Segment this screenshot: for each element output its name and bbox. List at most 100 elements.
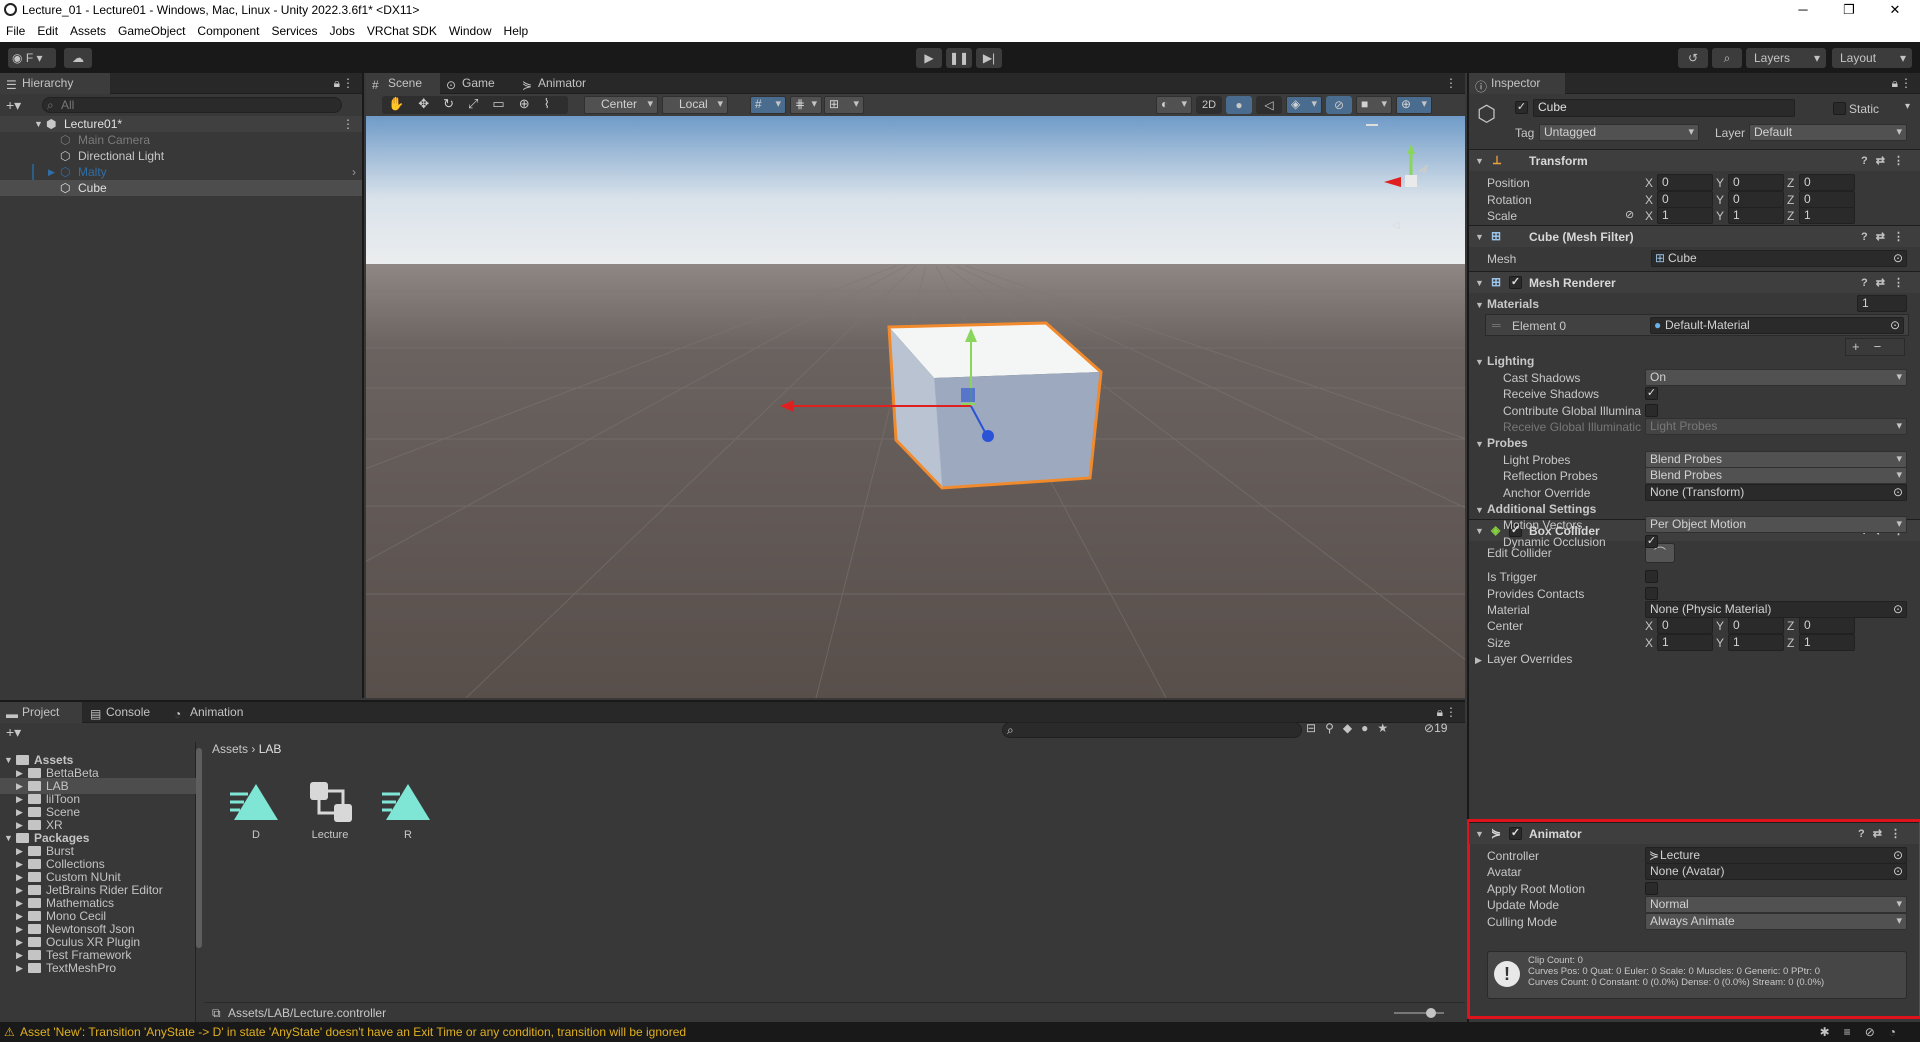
collider-center-x-field[interactable]: 0 bbox=[1657, 617, 1713, 634]
transform-position-x-field[interactable]: 0 bbox=[1657, 174, 1713, 191]
expand-arrow-icon[interactable]: ▶ bbox=[48, 164, 55, 180]
materials-count[interactable]: 1 bbox=[1857, 295, 1907, 312]
menu-vrchat-sdk[interactable]: VRChat SDK bbox=[361, 20, 443, 38]
menu-gameobject[interactable]: GameObject bbox=[112, 20, 191, 38]
layer-dropdown[interactable]: Default bbox=[1749, 124, 1907, 141]
receive-shadows-checkbox[interactable]: ✓ bbox=[1645, 387, 1658, 400]
object-picker-icon[interactable]: ⊙ bbox=[1893, 602, 1903, 617]
lock-icon[interactable]: 🔒︎ bbox=[334, 76, 340, 91]
culling-mode-dropdown[interactable]: Always Animate bbox=[1645, 913, 1907, 930]
material-field[interactable]: ● Default-Material ⊙ bbox=[1650, 317, 1904, 334]
collider-center-z-field[interactable]: 0 bbox=[1799, 617, 1855, 634]
transform-position-y-field[interactable]: 0 bbox=[1728, 174, 1784, 191]
help-icon[interactable]: ? bbox=[1861, 231, 1876, 243]
help-icon[interactable]: ? bbox=[1858, 828, 1873, 840]
step-button[interactable]: ▶| bbox=[976, 48, 1002, 68]
filter-type-icon[interactable]: ⊟ bbox=[1306, 721, 1325, 735]
more-icon[interactable]: ⋮ bbox=[1445, 76, 1457, 90]
tree-scrollbar[interactable] bbox=[196, 748, 202, 948]
camera-settings-button[interactable]: ■ bbox=[1356, 96, 1392, 114]
help-icon[interactable]: ? bbox=[1861, 277, 1876, 289]
collider-center-y-field[interactable]: 0 bbox=[1728, 617, 1784, 634]
menu-window[interactable]: Window bbox=[443, 20, 498, 38]
object-picker-icon[interactable]: ⊙ bbox=[1893, 848, 1903, 863]
rect-tool-icon[interactable]: ▭ bbox=[492, 96, 518, 111]
is-trigger-checkbox[interactable] bbox=[1645, 570, 1658, 583]
filter-label-icon[interactable]: ⚲ bbox=[1325, 721, 1343, 735]
transform-header[interactable]: ▼ ⟂ Transform ?⇄⋮ bbox=[1469, 149, 1920, 171]
minimize-button[interactable]: ─ bbox=[1780, 0, 1826, 20]
transform-scale-x-field[interactable]: 1 bbox=[1657, 207, 1713, 224]
transform-scale-y-field[interactable]: 1 bbox=[1728, 207, 1784, 224]
stack-icon[interactable]: ≡ bbox=[1844, 1025, 1865, 1039]
icon-size-slider-handle[interactable] bbox=[1426, 1008, 1436, 1018]
object-picker-icon[interactable]: ⊙ bbox=[1893, 485, 1903, 500]
animator-header[interactable]: ▼ ⋟ ✓ Animator ?⇄⋮ bbox=[1469, 822, 1919, 844]
hierarchy-scene-row[interactable]: ▼ ⬢ Lecture01* ⋮ bbox=[0, 116, 362, 132]
tab-inspector[interactable]: ⓘ Inspector bbox=[1469, 73, 1565, 94]
rotate-tool-icon[interactable]: ↻ bbox=[443, 96, 468, 111]
more-icon[interactable]: ⋮ bbox=[1445, 705, 1457, 719]
scene-viewport[interactable]: ◁ bbox=[366, 116, 1465, 698]
progress-icon[interactable]: ◔ bbox=[1889, 1025, 1910, 1039]
more-icon[interactable]: ⋮ bbox=[1900, 76, 1912, 90]
grid-visibility-button[interactable]: ⋕ bbox=[790, 96, 822, 114]
object-picker-icon[interactable]: ⊙ bbox=[1893, 864, 1903, 879]
mesh-field[interactable]: ⊞ Cube ⊙ bbox=[1651, 250, 1907, 267]
tab-project[interactable]: ▬ Project bbox=[0, 702, 82, 723]
layout-dropdown[interactable]: Layout ▾ bbox=[1832, 48, 1912, 68]
preset-icon[interactable]: ⇄ bbox=[1876, 155, 1893, 167]
network-icon[interactable]: ⊘ bbox=[1865, 1025, 1889, 1039]
folder-tree-item[interactable]: ▶ TextMeshPro bbox=[0, 960, 196, 976]
play-button[interactable]: ▶ bbox=[916, 48, 942, 68]
close-button[interactable]: ✕ bbox=[1872, 0, 1918, 20]
more-icon[interactable]: ⋮ bbox=[1893, 277, 1912, 289]
motion-vectors-dropdown[interactable]: Per Object Motion bbox=[1645, 516, 1907, 533]
create-button[interactable]: +▾ bbox=[6, 724, 21, 741]
breadcrumb-item[interactable]: Assets bbox=[212, 742, 248, 756]
object-picker-icon[interactable]: ⊙ bbox=[1893, 251, 1903, 266]
hierarchy-item-selected[interactable]: ⬡ Cube bbox=[0, 180, 362, 196]
gizmos-button[interactable]: ⊕ bbox=[1396, 96, 1432, 114]
link-scale-icon[interactable]: ⊘ bbox=[1625, 208, 1634, 221]
undo-history-button[interactable]: ↺ bbox=[1678, 48, 1708, 68]
hidden-count[interactable]: ⊘19 bbox=[1424, 721, 1447, 735]
tag-icon[interactable]: ◆ bbox=[1343, 721, 1361, 735]
menu-file[interactable]: File bbox=[0, 20, 31, 38]
tab-animation[interactable]: ◔ Animation bbox=[168, 702, 264, 723]
status-bar[interactable]: ⚠ Asset 'New': Transition 'AnyState -> D… bbox=[0, 1022, 1920, 1042]
project-search-input[interactable]: ⌕ bbox=[1002, 722, 1302, 738]
pivot-dropdown[interactable]: Center bbox=[584, 96, 658, 114]
menu-services[interactable]: Services bbox=[265, 20, 323, 38]
hierarchy-search-input[interactable]: ⌕ All bbox=[42, 97, 342, 113]
tab-console[interactable]: ▤ Console bbox=[84, 702, 166, 723]
account-button[interactable]: ◉ F ▾ bbox=[8, 48, 56, 68]
space-dropdown[interactable]: Local bbox=[662, 96, 728, 114]
avatar-field[interactable]: None (Avatar) ⊙ bbox=[1645, 863, 1907, 880]
hierarchy-item[interactable]: ⬡ Main Camera bbox=[0, 132, 362, 148]
increment-snap-button[interactable]: ⊞ bbox=[824, 96, 864, 114]
audio-toggle[interactable]: ◁ bbox=[1256, 96, 1282, 114]
preset-icon[interactable]: ⇄ bbox=[1876, 277, 1893, 289]
move-tool-icon[interactable]: ✥ bbox=[418, 96, 443, 111]
transform-rotation-z-field[interactable]: 0 bbox=[1799, 190, 1855, 208]
transform-rotation-x-field[interactable]: 0 bbox=[1657, 190, 1713, 208]
more-icon[interactable]: ⋮ bbox=[342, 116, 354, 132]
preset-icon[interactable]: ⇄ bbox=[1873, 828, 1890, 840]
mesh-filter-header[interactable]: ▼ ⊞ Cube (Mesh Filter) ?⇄⋮ bbox=[1469, 225, 1920, 247]
active-checkbox[interactable]: ✓ bbox=[1515, 101, 1528, 114]
apply-root-motion-checkbox[interactable] bbox=[1645, 882, 1658, 895]
hierarchy-item[interactable]: ▶ ⬡ Malty › bbox=[0, 164, 362, 180]
more-icon[interactable]: ⋮ bbox=[1893, 155, 1912, 167]
search-button[interactable]: ⌕ bbox=[1712, 48, 1742, 68]
tab-scene[interactable]: # Scene bbox=[366, 73, 440, 94]
grid-snap-button[interactable]: # bbox=[750, 96, 786, 114]
materials-row[interactable]: ▼ Materials 1 bbox=[1469, 294, 1920, 314]
layer-overrides-row[interactable]: ▶ Layer Overrides bbox=[1469, 649, 1920, 669]
transform-scale-z-field[interactable]: 1 bbox=[1799, 207, 1855, 224]
preset-icon[interactable]: ⇄ bbox=[1876, 231, 1893, 243]
layers-dropdown[interactable]: Layers ▾ bbox=[1746, 48, 1826, 68]
chevron-down-icon[interactable]: ▾ bbox=[1905, 101, 1910, 112]
more-icon[interactable]: ⋮ bbox=[1890, 828, 1909, 840]
hand-tool-icon[interactable]: ✋ bbox=[388, 96, 418, 111]
